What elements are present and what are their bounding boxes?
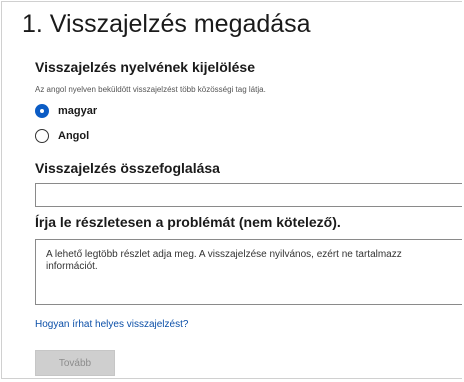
radio-selected-icon[interactable]	[35, 104, 49, 118]
details-textarea[interactable]: A lehető legtöbb részlet adja meg. A vis…	[35, 239, 462, 305]
language-hint: Az angol nyelven beküldött visszajelzést…	[35, 85, 266, 94]
feedback-help-link[interactable]: Hogyan írhat helyes visszajelzést?	[35, 319, 188, 330]
summary-input[interactable]	[35, 183, 462, 207]
page-title: 1. Visszajelzés megadása	[22, 10, 311, 38]
radio-option-magyar[interactable]: magyar	[35, 103, 97, 119]
details-section-heading: Írja le részletesen a problémát (nem köt…	[35, 214, 341, 230]
next-button[interactable]: Tovább	[35, 350, 115, 376]
summary-section-heading: Visszajelzés összefoglalása	[35, 160, 220, 176]
details-placeholder-line1: A lehető legtöbb részlet adja meg. A vis…	[46, 249, 402, 260]
language-section-heading: Visszajelzés nyelvének kijelölése	[35, 59, 256, 75]
radio-unselected-icon[interactable]	[35, 129, 49, 143]
radio-label-magyar: magyar	[58, 105, 98, 117]
radio-option-angol[interactable]: Angol	[35, 128, 89, 144]
feedback-panel: 1. Visszajelzés megadása Visszajelzés ny…	[1, 1, 462, 379]
details-placeholder-line2: információt.	[46, 261, 98, 272]
radio-label-angol: Angol	[58, 130, 90, 142]
